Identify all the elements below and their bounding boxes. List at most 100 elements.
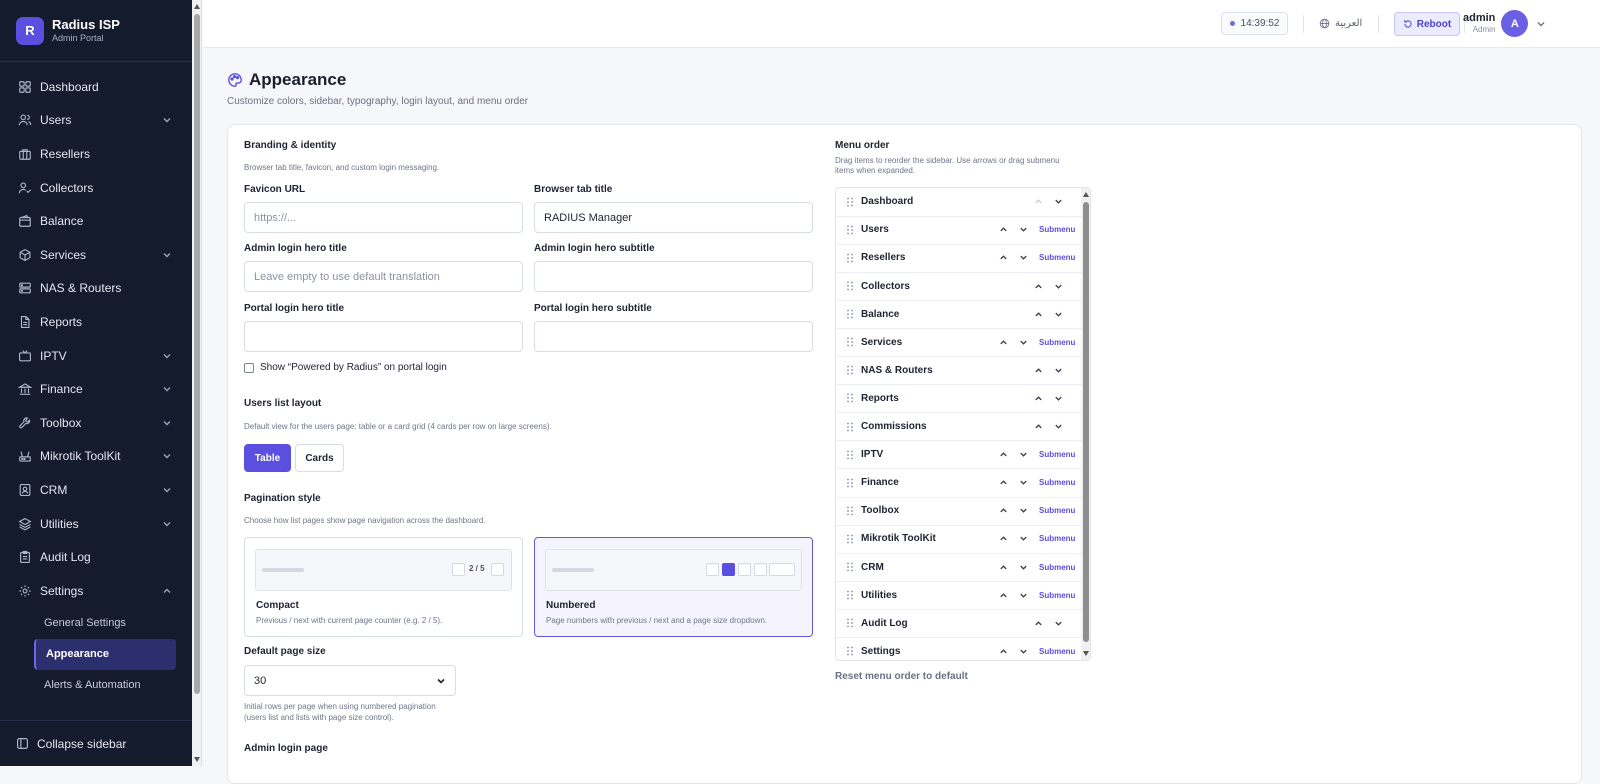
menu-order-row-reports[interactable]: Reports [836, 385, 1081, 414]
layout-table-button[interactable]: Table [244, 444, 291, 472]
move-up-icon[interactable] [999, 225, 1008, 234]
collapse-sidebar-button[interactable]: Collapse sidebar [0, 720, 192, 766]
chevron-down-icon[interactable] [162, 115, 172, 125]
portal-hero-title-input[interactable] [244, 321, 523, 352]
submenu-toggle[interactable]: Submenu [1039, 225, 1075, 234]
move-up-icon[interactable] [999, 450, 1008, 459]
admin-hero-subtitle-input[interactable] [534, 261, 813, 292]
move-down-icon[interactable] [1019, 225, 1028, 234]
menu-order-row-users[interactable]: Users Submenu [836, 216, 1081, 245]
sidebar-item-collectors[interactable]: Collectors [0, 171, 192, 205]
move-down-icon[interactable] [1054, 366, 1063, 375]
move-down-icon[interactable] [1019, 506, 1028, 515]
powered-by-checkbox-row[interactable]: Show “Powered by Radius” on portal login [244, 362, 447, 373]
move-up-icon[interactable] [1034, 394, 1043, 403]
powered-by-checkbox[interactable] [244, 362, 254, 373]
move-up-icon[interactable] [1034, 422, 1043, 431]
drag-handle-icon[interactable] [846, 534, 854, 544]
sidebar-subitem-integrations[interactable]: Integrations [34, 701, 176, 703]
drag-handle-icon[interactable] [846, 478, 854, 488]
sidebar-item-settings[interactable]: Settings [0, 574, 192, 608]
menu-order-row-services[interactable]: Services Submenu [836, 329, 1081, 358]
menu-list-scroll-thumb[interactable] [1083, 202, 1089, 642]
move-down-icon[interactable] [1019, 563, 1028, 572]
chevron-down-icon[interactable] [162, 351, 172, 361]
move-up-icon[interactable] [999, 591, 1008, 600]
move-up-icon[interactable] [1034, 197, 1043, 206]
chevron-down-icon[interactable] [1536, 19, 1546, 29]
submenu-toggle[interactable]: Submenu [1039, 450, 1075, 459]
menu-list-scrollbar[interactable] [1081, 188, 1090, 660]
menu-order-row-resellers[interactable]: Resellers Submenu [836, 244, 1081, 273]
drag-handle-icon[interactable] [846, 618, 854, 628]
sidebar-item-reports[interactable]: Reports [0, 305, 192, 339]
move-down-icon[interactable] [1019, 450, 1028, 459]
move-up-icon[interactable] [1034, 366, 1043, 375]
drag-handle-icon[interactable] [846, 646, 854, 656]
drag-handle-icon[interactable] [846, 225, 854, 235]
move-down-icon[interactable] [1054, 282, 1063, 291]
menu-order-row-utilities[interactable]: Utilities Submenu [836, 581, 1081, 610]
sidebar-item-dashboard[interactable]: Dashboard [0, 70, 192, 104]
drag-handle-icon[interactable] [846, 393, 854, 403]
move-up-icon[interactable] [999, 563, 1008, 572]
move-down-icon[interactable] [1019, 534, 1028, 543]
drag-handle-icon[interactable] [846, 281, 854, 291]
portal-hero-subtitle-input[interactable] [534, 321, 813, 352]
avatar[interactable]: A [1501, 10, 1529, 37]
pagination-compact-option[interactable]: 2 / 5 Compact Previous / next with curre… [244, 537, 523, 637]
language-switcher[interactable]: العربية [1319, 12, 1362, 35]
scroll-up-arrow-icon[interactable] [1083, 192, 1089, 197]
move-up-icon[interactable] [999, 647, 1008, 656]
sidebar-subitem-general-settings[interactable]: General Settings [34, 608, 176, 639]
move-down-icon[interactable] [1019, 338, 1028, 347]
drag-handle-icon[interactable] [846, 506, 854, 516]
sidebar-scrollbar[interactable] [192, 0, 202, 766]
sidebar-item-crm[interactable]: CRM [0, 473, 192, 507]
drag-handle-icon[interactable] [846, 253, 854, 263]
menu-order-row-settings[interactable]: Settings Submenu [836, 638, 1081, 660]
drag-handle-icon[interactable] [846, 197, 854, 207]
chevron-up-icon[interactable] [162, 586, 172, 596]
sidebar-subitem-appearance[interactable]: Appearance [34, 638, 176, 670]
move-down-icon[interactable] [1054, 422, 1063, 431]
drag-handle-icon[interactable] [846, 590, 854, 600]
sidebar-item-users[interactable]: Users [0, 104, 192, 138]
menu-order-row-audit-log[interactable]: Audit Log [836, 610, 1081, 639]
reset-menu-order-link[interactable]: Reset menu order to default [835, 671, 968, 682]
menu-order-row-finance[interactable]: Finance Submenu [836, 469, 1081, 498]
menu-order-row-toolbox[interactable]: Toolbox Submenu [836, 497, 1081, 526]
sidebar-item-services[interactable]: Services [0, 238, 192, 272]
submenu-toggle[interactable]: Submenu [1039, 478, 1075, 487]
move-down-icon[interactable] [1019, 591, 1028, 600]
sidebar-item-nas-and-routers[interactable]: NAS & Routers [0, 272, 192, 306]
sidebar-item-iptv[interactable]: IPTV [0, 339, 192, 373]
move-up-icon[interactable] [999, 338, 1008, 347]
move-down-icon[interactable] [1019, 253, 1028, 262]
move-up-icon[interactable] [1034, 282, 1043, 291]
scroll-down-arrow-icon[interactable] [1083, 651, 1089, 656]
sidebar-scroll-thumb[interactable] [194, 14, 200, 694]
menu-order-row-crm[interactable]: CRM Submenu [836, 553, 1081, 582]
drag-handle-icon[interactable] [846, 365, 854, 375]
submenu-toggle[interactable]: Submenu [1039, 506, 1075, 515]
menu-order-row-balance[interactable]: Balance [836, 300, 1081, 329]
menu-order-row-collectors[interactable]: Collectors [836, 272, 1081, 301]
user-menu[interactable]: admin Admin A [1463, 10, 1546, 37]
sidebar-item-balance[interactable]: Balance [0, 204, 192, 238]
chevron-down-icon[interactable] [162, 485, 172, 495]
scroll-down-arrow-icon[interactable] [194, 757, 200, 762]
move-up-icon[interactable] [999, 253, 1008, 262]
sidebar-subitem-alerts-and-automation[interactable]: Alerts & Automation [34, 670, 176, 701]
menu-order-row-dashboard[interactable]: Dashboard [836, 188, 1081, 217]
move-down-icon[interactable] [1054, 310, 1063, 319]
move-down-icon[interactable] [1054, 619, 1063, 628]
chevron-down-icon[interactable] [162, 451, 172, 461]
chevron-down-icon[interactable] [162, 418, 172, 428]
chevron-down-icon[interactable] [162, 519, 172, 529]
move-down-icon[interactable] [1019, 478, 1028, 487]
menu-order-row-iptv[interactable]: IPTV Submenu [836, 441, 1081, 470]
sidebar-item-mikrotik-toolkit[interactable]: Mikrotik ToolKit [0, 440, 192, 474]
pagination-numbered-option[interactable]: Numbered Page numbers with previous / ne… [534, 537, 813, 637]
move-down-icon[interactable] [1054, 394, 1063, 403]
